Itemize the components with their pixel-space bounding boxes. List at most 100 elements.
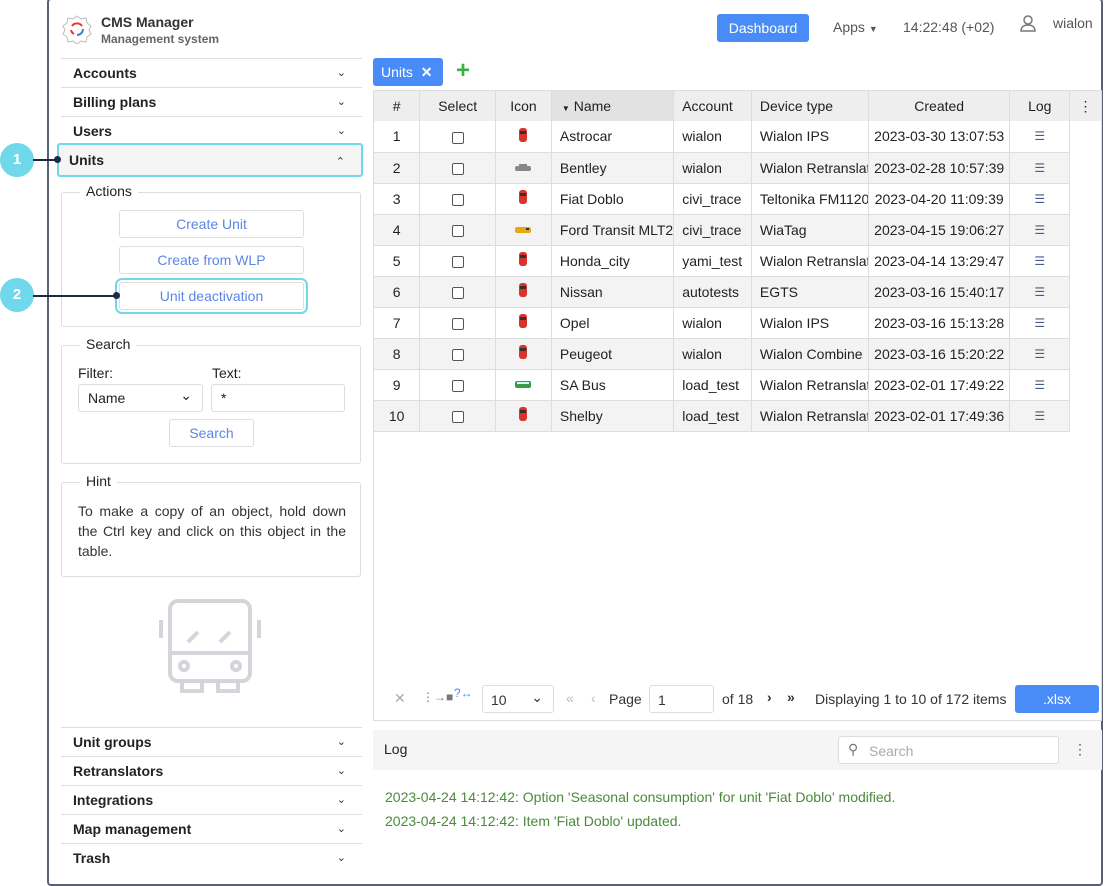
user-icon[interactable] [1019,14,1037,32]
filter-label: Filter: [78,365,113,381]
col-log[interactable]: Log [1009,91,1071,121]
account: autotests [673,276,752,308]
col-number[interactable]: # [374,91,421,121]
prev-page-icon[interactable]: ‹ [591,690,596,706]
create-unit-button[interactable]: Create Unit [119,210,304,238]
sidebar-item-map-management[interactable]: Map management ⌄ [61,814,362,843]
account: civi_trace [673,183,752,215]
log-icon[interactable]: ☰ [1009,121,1071,153]
col-account[interactable]: Account [673,91,752,121]
callout-2: 2 [0,278,34,312]
sidebar-item-users[interactable]: Users ⌄ [61,116,362,145]
export-xlsx-button[interactable]: .xlsx [1015,685,1099,713]
unit-name[interactable]: Peugeot [551,338,675,370]
unit-name[interactable]: SA Bus [551,369,675,401]
log-icon[interactable]: ☰ [1009,214,1071,246]
unit-name[interactable]: Astrocar [551,121,675,153]
unit-name[interactable]: Fiat Doblo [551,183,675,215]
table-row[interactable]: 10 Shelby load_test Wialon Retranslator … [374,400,1101,432]
unit-name[interactable]: Opel [551,307,675,339]
device-type: Wialon Combine [751,338,869,370]
hint-panel: Hint To make a copy of an object, hold d… [61,473,361,577]
table-row[interactable]: 5 Honda_city yami_test Wialon Retranslat… [374,245,1101,277]
sidebar-item-retranslators[interactable]: Retranslators ⌄ [61,756,362,785]
dashboard-button[interactable]: Dashboard [717,14,809,42]
table-row[interactable]: 4 Ford Transit MLT2 civi_trace WiaTag 20… [374,214,1101,246]
log-icon[interactable]: ☰ [1009,400,1071,432]
callout-line [33,295,117,297]
close-icon[interactable]: ✕ [421,64,433,80]
row-checkbox[interactable] [419,400,496,432]
search-button[interactable]: Search [169,419,254,447]
column-menu-icon[interactable]: ⋮ [1069,91,1101,121]
table-row[interactable]: 9 SA Bus load_test Wialon Retranslator 2… [374,369,1101,401]
log-icon[interactable]: ☰ [1009,183,1071,215]
fit-columns-icon[interactable]: ⋮→■ [422,690,453,704]
log-icon[interactable]: ☰ [1009,152,1071,184]
first-page-icon[interactable]: « [566,690,574,706]
tab-units[interactable]: Units ✕ [373,58,443,86]
unit-name[interactable]: Bentley [551,152,675,184]
page-input[interactable]: 1 [649,685,714,713]
table-row[interactable]: 7 Opel wialon Wialon IPS 2023-03-16 15:1… [374,307,1101,339]
row-checkbox[interactable] [419,307,496,339]
add-tab-icon[interactable]: + [456,58,470,84]
log-icon[interactable]: ☰ [1009,338,1071,370]
chevron-down-icon: ⌄ [336,823,346,835]
unit-name[interactable]: Shelby [551,400,675,432]
row-number: 8 [374,338,421,370]
create-from-wlp-button[interactable]: Create from WLP [119,246,304,274]
row-checkbox[interactable] [419,276,496,308]
col-icon[interactable]: Icon [495,91,552,121]
clear-icon[interactable]: ✕ [394,690,406,707]
log-icon[interactable]: ☰ [1009,307,1071,339]
log-icon[interactable]: ☰ [1009,276,1071,308]
unit-name[interactable]: Honda_city [551,245,675,277]
col-device-type[interactable]: Device type [751,91,869,121]
row-checkbox[interactable] [419,121,496,153]
actions-panel: Actions Create Unit Create from WLP Unit… [61,183,361,327]
unit-name[interactable]: Ford Transit MLT2 [551,214,675,246]
next-page-icon[interactable]: › [767,689,772,705]
row-checkbox[interactable] [419,152,496,184]
table-row[interactable]: 6 Nissan autotests EGTS 2023-03-16 15:40… [374,276,1101,308]
row-checkbox[interactable] [419,183,496,215]
sidebar-item-accounts[interactable]: Accounts ⌄ [61,58,362,87]
row-checkbox[interactable] [419,245,496,277]
log-menu-icon[interactable]: ⋮ [1073,741,1087,758]
user-name[interactable]: wialon [1053,15,1093,31]
sidebar-item-billing-plans[interactable]: Billing plans ⌄ [61,87,362,116]
log-icon[interactable]: ☰ [1009,369,1071,401]
row-checkbox[interactable] [419,338,496,370]
created: 2023-04-20 11:09:39 [868,183,1011,215]
unit-deactivation-button[interactable]: Unit deactivation [115,278,308,314]
device-type: Wialon IPS [751,307,869,339]
table-row[interactable]: 8 Peugeot wialon Wialon Combine 2023-03-… [374,338,1101,370]
row-checkbox[interactable] [419,369,496,401]
col-name[interactable]: ▼ Name [551,91,675,121]
log-search-input[interactable]: ⚲ Search [838,736,1059,764]
sidebar-item-units[interactable]: Units ⌃ [57,143,363,177]
last-page-icon[interactable]: » [787,689,795,705]
search-icon: ⚲ [848,741,859,757]
row-checkbox[interactable] [419,214,496,246]
table-row[interactable]: 1 Astrocar wialon Wialon IPS 2023-03-30 … [374,121,1101,153]
search-text-input[interactable]: * [211,384,345,412]
apps-menu[interactable]: Apps ▼ [833,19,878,35]
autosize-icon[interactable]: ?↔ [454,686,473,700]
red-car-icon [495,338,552,370]
filter-select[interactable]: Name ⌄ [78,384,203,412]
col-select[interactable]: Select [419,91,496,121]
sort-desc-icon: ▼ [561,104,570,113]
log-icon[interactable]: ☰ [1009,245,1071,277]
table-row[interactable]: 2 Bentley wialon Wialon Retranslator 202… [374,152,1101,184]
callout-1: 1 [0,143,34,177]
table-row[interactable]: 3 Fiat Doblo civi_trace Teltonika FM1120… [374,183,1101,215]
created: 2023-03-16 15:40:17 [868,276,1011,308]
sidebar-item-unit-groups[interactable]: Unit groups ⌄ [61,727,362,756]
page-size-select[interactable]: 10 ⌄ [482,685,554,713]
sidebar-item-integrations[interactable]: Integrations ⌄ [61,785,362,814]
sidebar-item-trash[interactable]: Trash ⌄ [61,843,362,872]
col-created[interactable]: Created [868,91,1011,121]
unit-name[interactable]: Nissan [551,276,675,308]
